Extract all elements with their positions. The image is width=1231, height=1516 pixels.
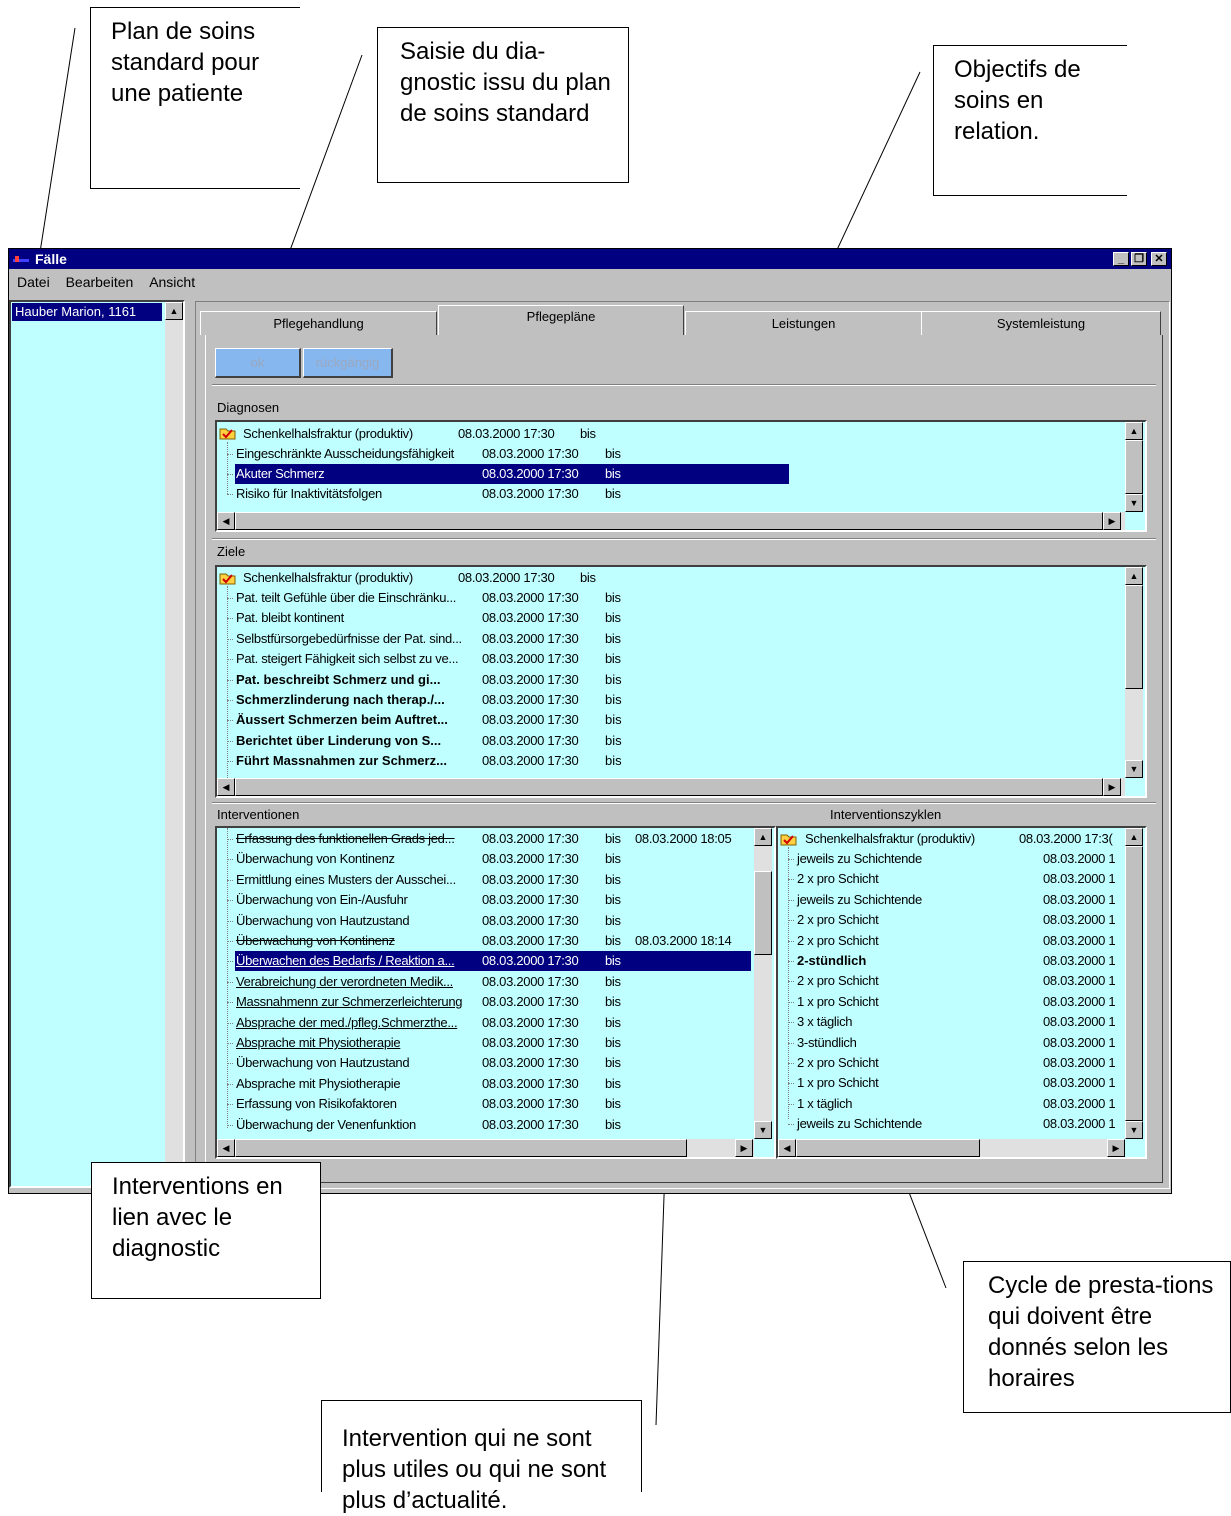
interventionen-tree: Erfassung des funktionellen Grads jed...… — [215, 826, 776, 1159]
scroll-up-icon[interactable]: ▲ — [754, 828, 772, 846]
intervention-row-selected[interactable]: Überwachen des Bedarfs / Reaktion a... 08… — [235, 951, 751, 972]
window-title: Fälle — [35, 251, 67, 267]
diagnosen-hscroll[interactable]: ◀ ▶ — [217, 512, 1125, 530]
diagnosen-tree: Schenkelhalsfraktur (produktiv) 08.03.20… — [215, 420, 1147, 532]
scroll-down-icon[interactable]: ▼ — [1125, 760, 1143, 778]
title-bar[interactable]: Fälle _ ❐ ✕ — [9, 249, 1171, 269]
scroll-up-icon[interactable]: ▲ — [1125, 567, 1143, 585]
scroll-left-icon[interactable]: ◀ — [217, 1139, 235, 1157]
minimize-icon[interactable]: _ — [1113, 252, 1129, 266]
zyklen-label: Interventionszyklen — [830, 807, 942, 822]
callout-objectifs: Objectifs de soins en relation. — [933, 45, 1127, 196]
zyklen-hscroll[interactable]: ◀ ▶ — [778, 1139, 1125, 1157]
scroll-right-icon[interactable]: ▶ — [1103, 512, 1121, 530]
app-window: Fälle _ ❐ ✕ Datei Bearbeiten Ansicht Hau… — [8, 248, 1172, 1194]
folder-icon — [219, 573, 236, 585]
scroll-up-icon[interactable]: ▲ — [1125, 422, 1143, 440]
ziele-vscroll[interactable]: ▲ ▼ — [1125, 567, 1143, 778]
tab-pflegeplaene[interactable]: Pflegepläne — [438, 305, 684, 335]
zyklen-tree: Schenkelhalsfraktur (produktiv) 08.03.20… — [776, 826, 1147, 1159]
divider — [212, 802, 1156, 804]
folder-icon — [219, 428, 236, 440]
interventionen-hscroll[interactable]: ◀ ▶ — [217, 1139, 754, 1157]
scroll-right-icon[interactable]: ▶ — [1103, 778, 1121, 796]
scroll-down-icon[interactable]: ▼ — [1125, 1121, 1143, 1139]
scroll-left-icon[interactable]: ◀ — [217, 512, 235, 530]
patient-list-scrollbar[interactable]: ▲ — [165, 302, 183, 1186]
diagnose-row-selected[interactable]: Akuter Schmerz 08.03.2000 17:30 bis — [235, 464, 789, 484]
divider — [212, 384, 1156, 386]
tab-systemleistung[interactable]: Systemleistung — [921, 311, 1161, 335]
patient-item[interactable]: Hauber Marion, 1161 — [12, 303, 162, 321]
ok-button[interactable]: ok — [215, 348, 301, 378]
scroll-right-icon[interactable]: ▶ — [1107, 1139, 1125, 1157]
interventionen-vscroll[interactable]: ▲ ▼ — [754, 828, 772, 1139]
undo-button[interactable]: rückgängig — [303, 348, 393, 378]
ziele-label: Ziele — [217, 544, 246, 559]
scroll-left-icon[interactable]: ◀ — [217, 778, 235, 796]
scroll-up-icon[interactable]: ▲ — [1125, 828, 1143, 846]
diagnosen-vscroll[interactable]: ▲ ▼ — [1125, 422, 1143, 512]
menu-bearbeiten[interactable]: Bearbeiten — [66, 274, 134, 290]
restore-icon[interactable]: ❐ — [1131, 252, 1147, 266]
close-icon[interactable]: ✕ — [1151, 252, 1167, 266]
menu-datei[interactable]: Datei — [17, 274, 50, 290]
callout-plus-utiles: Intervention qui ne sont plus utiles ou … — [321, 1400, 642, 1514]
scroll-right-icon[interactable]: ▶ — [735, 1139, 753, 1157]
ziele-tree: Schenkelhalsfraktur (produktiv) 08.03.20… — [215, 565, 1147, 798]
tab-pflegehandlung[interactable]: Pflegehandlung — [200, 311, 437, 335]
patient-list: Hauber Marion, 1161 ▲ — [9, 300, 185, 1188]
scroll-up-icon[interactable]: ▲ — [165, 302, 183, 320]
zyklen-vscroll[interactable]: ▲ ▼ — [1125, 828, 1143, 1139]
diagnosen-label: Diagnosen — [217, 400, 280, 415]
interventionen-label: Interventionen — [217, 807, 300, 822]
callout-plan-de-soins: Plan de soins standard pour une patiente — [90, 7, 300, 189]
callout-saisie-diagnostic: Saisie du dia-gnostic issu du plan de so… — [377, 27, 629, 183]
menu-bar: Datei Bearbeiten Ansicht — [9, 271, 1171, 293]
scroll-left-icon[interactable]: ◀ — [778, 1139, 796, 1157]
tab-leistungen[interactable]: Leistungen — [685, 311, 922, 335]
app-icon — [13, 256, 29, 262]
menu-ansicht[interactable]: Ansicht — [149, 274, 195, 290]
scroll-down-icon[interactable]: ▼ — [1125, 494, 1143, 512]
ziele-hscroll[interactable]: ◀ ▶ — [217, 778, 1125, 796]
callout-interventions: Interventions en lien avec le diagnostic — [91, 1162, 321, 1299]
callout-cycle: Cycle de presta-tions qui doivent être d… — [963, 1261, 1231, 1413]
scroll-down-icon[interactable]: ▼ — [754, 1121, 772, 1139]
divider — [212, 538, 1156, 540]
folder-icon — [780, 834, 797, 846]
